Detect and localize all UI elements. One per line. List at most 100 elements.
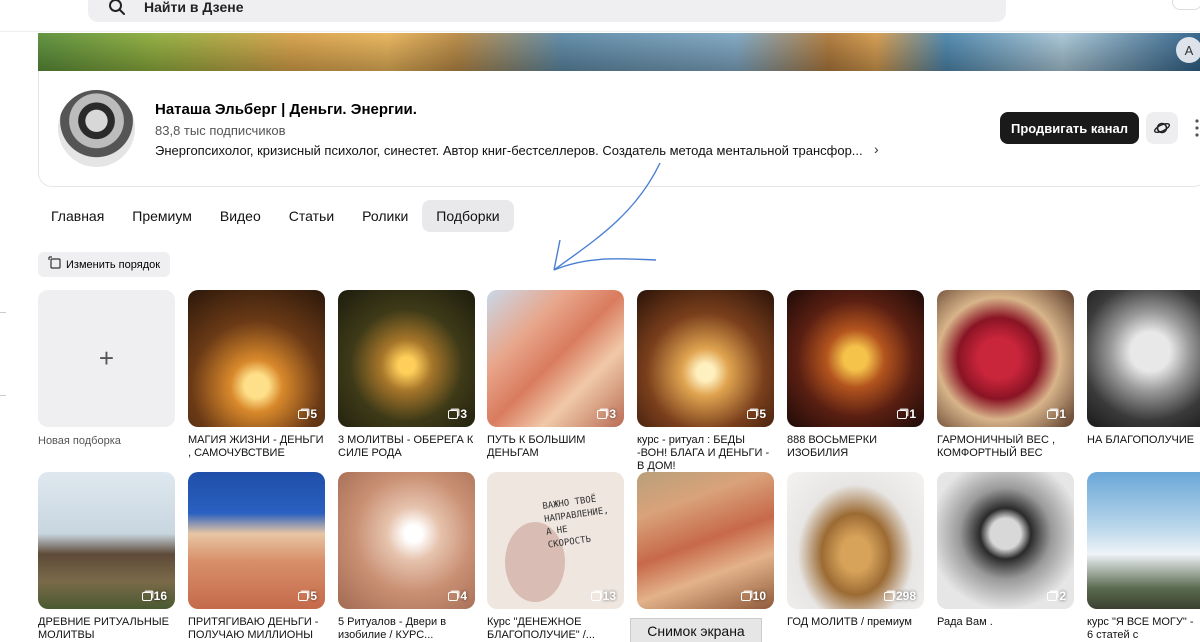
collection-title[interactable]: ПРИТЯГИВАЮ ДЕНЬГИ - ПОЛУЧАЮ МИЛЛИОНЫ — [188, 616, 328, 642]
item-count: 10 — [740, 589, 766, 603]
collection-tile[interactable]: 5 — [637, 290, 774, 427]
header-control[interactable] — [1172, 0, 1200, 10]
count-value: 1 — [1059, 407, 1066, 421]
more-options-icon[interactable] — [1194, 118, 1200, 138]
search-icon — [106, 0, 128, 18]
subscriber-count: 83,8 тыс подписчиков — [155, 123, 286, 138]
side-divider — [0, 312, 6, 313]
collection-title[interactable]: 888 ВОСЬМЕРКИ ИЗОБИЛИЯ — [787, 434, 927, 460]
collection-tile[interactable]: 3 — [487, 290, 624, 427]
collection-icon — [1047, 591, 1058, 601]
reorder-icon — [48, 256, 62, 273]
channel-title: Наташа Эльберг | Деньги. Энергии. — [155, 101, 417, 118]
collection-icon — [1047, 409, 1058, 419]
plus-icon: + — [98, 343, 115, 373]
item-count: 1 — [1047, 407, 1066, 421]
collection-title[interactable]: ГАРМОНИЧНЫЙ ВЕС , КОМФОРТНЫЙ ВЕС — [937, 434, 1077, 460]
collection-tile[interactable]: 1 — [937, 290, 1074, 427]
reorder-button[interactable]: Изменить порядок — [38, 252, 171, 277]
item-count: 3 — [597, 407, 616, 421]
tab-premium[interactable]: Премиум — [118, 200, 206, 232]
collection-icon — [141, 591, 152, 601]
chevron-right-icon[interactable]: › — [874, 141, 879, 157]
collection-tile[interactable]: 298 — [787, 472, 924, 609]
collection-icon — [298, 591, 309, 601]
tab-articles[interactable]: Статьи — [275, 200, 348, 232]
item-count: 298 — [883, 589, 916, 603]
collection-icon — [747, 409, 758, 419]
planet-icon[interactable] — [1146, 112, 1178, 144]
item-count: 5 — [298, 407, 317, 421]
tab-main[interactable]: Главная — [38, 200, 118, 232]
collection-icon — [597, 409, 608, 419]
collection-tile[interactable]: 5 — [188, 290, 325, 427]
collection-icon — [740, 591, 751, 601]
collection-title[interactable]: ДРЕВНИЕ РИТУАЛЬНЫЕ МОЛИТВЫ — [38, 616, 178, 642]
collection-title[interactable]: 5 Ритуалов - Двери в изобилие / КУРС... — [338, 616, 478, 642]
collection-title[interactable]: НА БЛАГОПОЛУЧИЕ — [1087, 434, 1200, 447]
collection-title[interactable]: Рада Вам . — [937, 616, 1077, 629]
collection-title[interactable]: ПУТЬ К БОЛЬШИМ ДЕНЬГАМ — [487, 434, 627, 460]
screenshot-label: Снимок экрана — [630, 618, 762, 642]
count-value: 2 — [1059, 589, 1066, 603]
header-divider — [0, 31, 1200, 32]
collection-tile[interactable] — [1087, 290, 1200, 427]
side-divider — [0, 395, 6, 396]
count-value: 5 — [759, 407, 766, 421]
tab-shorts[interactable]: Ролики — [348, 200, 422, 232]
collection-icon — [448, 409, 459, 419]
item-count: 5 — [747, 407, 766, 421]
banner-shade — [38, 33, 1200, 71]
item-count: 16 — [141, 589, 167, 603]
collection-tile[interactable]: 2 — [937, 472, 1074, 609]
collection-title[interactable]: ГОД МОЛИТВ / премиум — [787, 616, 927, 629]
tab-video[interactable]: Видео — [206, 200, 275, 232]
count-value: 13 — [602, 589, 616, 603]
collection-icon — [590, 591, 601, 601]
collection-icon — [448, 591, 459, 601]
collection-icon — [298, 409, 309, 419]
collection-tile[interactable]: 3 — [338, 290, 475, 427]
item-count: 4 — [448, 589, 467, 603]
count-value: 3 — [609, 407, 616, 421]
promote-channel-button[interactable]: Продвигать канал — [1000, 112, 1139, 144]
channel-tabs: Главная Премиум Видео Статьи Ролики Подб… — [38, 200, 514, 232]
count-value: 298 — [895, 589, 916, 603]
collection-tile[interactable]: 1 — [787, 290, 924, 427]
collection-title[interactable]: курс "Я ВСЕ МОГУ" - 6 статей с материала… — [1087, 616, 1200, 642]
collection-title[interactable]: МАГИЯ ЖИЗНИ - ДЕНЬГИ , САМОЧУВСТВИЕ — [188, 434, 328, 460]
count-value: 5 — [310, 589, 317, 603]
new-collection-label: Новая подборка — [38, 435, 121, 447]
collection-title[interactable]: 3 МОЛИТВЫ - ОБЕРЕГА К СИЛЕ РОДА — [338, 434, 478, 460]
tab-collections[interactable]: Подборки — [422, 200, 514, 232]
collection-title[interactable]: Курс "ДЕНЕЖНОЕ БЛАГОПОЛУЧИЕ" /... — [487, 616, 627, 642]
new-collection-tile[interactable]: + — [38, 290, 175, 427]
item-count: 3 — [448, 407, 467, 421]
collection-tile[interactable]: ВАЖНО ТВОЁ НАПРАВЛЕНИЕ, А НЕ СКОРОСТЬ 13 — [487, 472, 624, 609]
banner-badge[interactable]: A — [1176, 37, 1200, 63]
collection-tile[interactable]: 5 — [188, 472, 325, 609]
collection-title[interactable]: курс - ритуал : БЕДЫ -ВОН! БЛАГА И ДЕНЬГ… — [637, 434, 777, 473]
collection-tile[interactable]: 16 — [38, 472, 175, 609]
channel-banner: A — [38, 33, 1200, 71]
search-bar[interactable]: Найти в Дзене — [88, 0, 1006, 22]
collection-tile[interactable] — [1087, 472, 1200, 609]
collection-icon — [883, 591, 894, 601]
count-value: 4 — [460, 589, 467, 603]
count-value: 3 — [460, 407, 467, 421]
count-value: 10 — [752, 589, 766, 603]
count-value: 1 — [909, 407, 916, 421]
collection-icon — [897, 409, 908, 419]
item-count: 1 — [897, 407, 916, 421]
collection-tile[interactable]: 10 — [637, 472, 774, 609]
search-placeholder: Найти в Дзене — [144, 0, 244, 15]
tile-overlay-text: ВАЖНО ТВОЁ НАПРАВЛЕНИЕ, А НЕ СКОРОСТЬ — [541, 494, 610, 551]
reorder-label: Изменить порядок — [66, 258, 161, 271]
item-count: 2 — [1047, 589, 1066, 603]
item-count: 13 — [590, 589, 616, 603]
collection-tile[interactable]: 4 — [338, 472, 475, 609]
count-value: 16 — [153, 589, 167, 603]
avatar[interactable] — [58, 90, 135, 167]
count-value: 5 — [310, 407, 317, 421]
item-count: 5 — [298, 589, 317, 603]
